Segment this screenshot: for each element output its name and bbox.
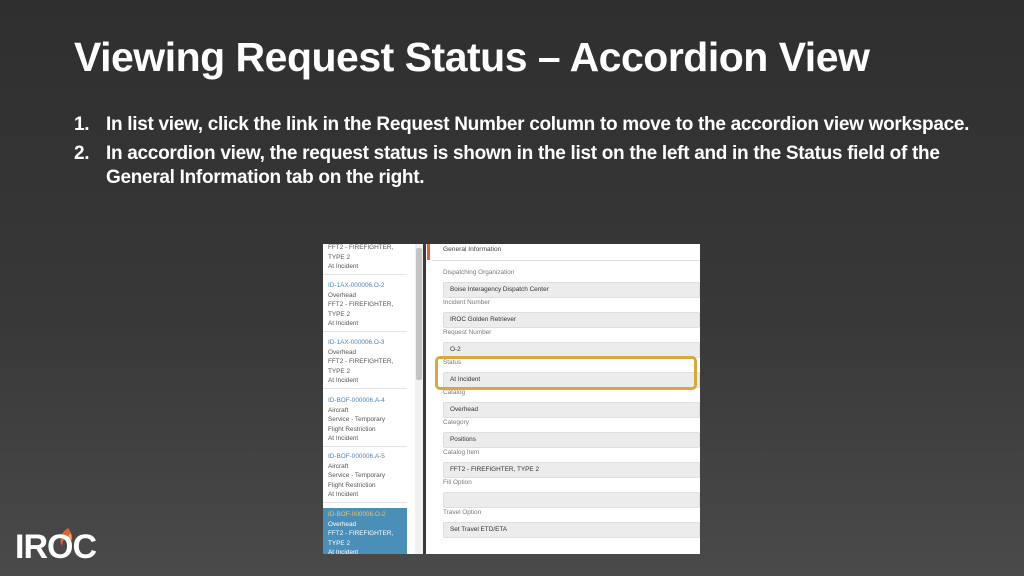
field-label: Catalog Item [443,449,480,456]
field-value[interactable]: Set Travel ETD/ETA [443,522,700,538]
slide-title: Viewing Request Status – Accordion View [74,34,870,80]
section-divider [432,260,700,261]
list-item-line: At Incident [328,549,359,554]
list-item-line: Service - Temporary [328,416,386,424]
list-item-line: At Incident [328,263,359,271]
list-item-line: Overhead [328,520,357,528]
request-number-link[interactable]: ID-1AX-000006.O-3 [328,338,407,348]
field-value[interactable]: Positions [443,432,700,448]
field-label: Category [443,419,469,426]
list-item-line: TYPE 2 [328,539,351,547]
general-information-pane: General Information Dispatching Organiza… [432,244,700,554]
field-value[interactable]: Overhead [443,402,700,418]
request-list-pane: FFT2 - FIREFIGHTER, TYPE 2 At Incident ID-1… [323,244,415,554]
field-value[interactable]: IROC Golden Retriever [443,312,700,328]
field-label: Fill Option [443,479,472,486]
field-value[interactable]: Boise Interagency Dispatch Center [443,282,700,298]
field-label: Catalog [443,389,466,396]
list-item[interactable]: FFT2 - FIREFIGHTER, TYPE 2 At Incident [323,244,407,275]
pane-divider[interactable] [423,244,426,554]
status-highlight-box [435,356,697,390]
request-number-link[interactable]: ID-BOF-000006.A-4 [328,396,407,406]
list-item-line: Overhead [328,348,357,356]
list-item-line: FFT2 - FIREFIGHTER, [328,301,394,309]
field-label: Request Number [443,329,492,336]
list-item-line: FFT2 - FIREFIGHTER, [328,244,394,251]
request-number-link[interactable]: ID-BOF-000006.A-5 [328,452,407,462]
iroc-logo: IROC [15,520,115,566]
step-text: In list view, click the link in the Requ… [106,114,970,135]
list-item-line: TYPE 2 [328,253,351,261]
field-value[interactable] [443,492,700,508]
list-item[interactable]: ID-1AX-000006.O-2 Overhead FFT2 - FIREFIGH… [323,279,407,332]
field-label: Incident Number [443,299,490,306]
list-item-line: At Incident [328,320,359,328]
list-item[interactable]: ID-1AX-000006.O-3 Overhead FFT2 - FIREFIGH… [323,336,407,389]
list-item-line: TYPE 2 [328,367,351,375]
request-number-link[interactable]: ID-1AX-000006.O-2 [328,281,407,291]
list-item-line: Aircraft [328,406,349,414]
list-item[interactable]: ID-BOF-000006.A-4 Aircraft Service - Tempo… [323,394,407,447]
instruction-step: 1. In list view, click the link in the R… [74,113,974,137]
list-item-line: At Incident [328,377,359,385]
list-item-line: FFT2 - FIREFIGHTER, [328,530,394,538]
instruction-list: 1. In list view, click the link in the R… [74,113,974,195]
request-number-link[interactable]: ID-BOF-000006.O-2 [328,510,407,520]
field-value[interactable]: FFT2 - FIREFIGHTER, TYPE 2 [443,462,700,478]
logo-text: IROC [15,528,97,566]
instruction-step: 2. In accordion view, the request status… [74,142,974,190]
list-item-line: At Incident [328,435,359,443]
field-label: Travel Option [443,509,482,516]
step-number: 2. [74,143,90,164]
list-item-line: Flight Restriction [328,481,376,489]
list-item-line: Aircraft [328,462,349,470]
list-item[interactable]: ID-BOF-000006.A-5 Aircraft Service - Tempo… [323,450,407,503]
list-item[interactable]: ID-BOF-000006.O-2 Overhead FFT2 - FIREFIGH… [323,508,407,554]
list-item-line: Service - Temporary [328,472,386,480]
list-item-line: Flight Restriction [328,425,376,433]
list-item-line: FFT2 - FIREFIGHTER, [328,358,394,366]
accordion-view-screenshot: FFT2 - FIREFIGHTER, TYPE 2 At Incident ID-1… [323,244,700,554]
step-number: 1. [74,114,90,135]
field-label: Dispatching Organization [443,269,515,276]
list-item-line: Overhead [328,291,357,299]
section-accent-bar [427,244,430,260]
list-scrollbar-thumb[interactable] [416,248,422,380]
list-item-line: TYPE 2 [328,310,351,318]
list-item-line: At Incident [328,491,359,499]
section-title[interactable]: General Information [443,246,501,253]
step-text: In accordion view, the request status is… [106,143,940,188]
